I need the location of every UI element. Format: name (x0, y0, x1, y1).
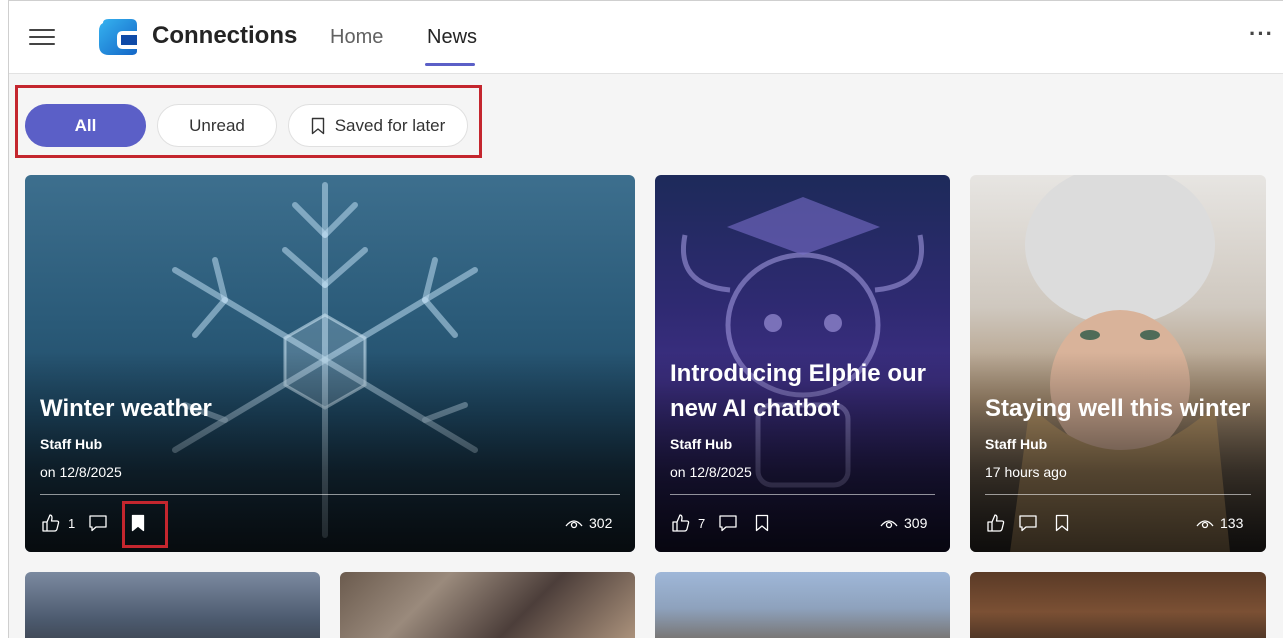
nav-tab-home[interactable]: Home (330, 26, 383, 49)
filter-unread-chip[interactable]: Unread (157, 104, 277, 147)
like-count: 1 (68, 515, 76, 531)
bookmark-highlight-box (122, 501, 168, 548)
nav-selected-indicator (425, 63, 475, 66)
news-card-thumbnail-1[interactable] (25, 572, 320, 638)
eye-icon (565, 520, 583, 529)
eye-icon (1196, 520, 1214, 529)
news-card-staying-well[interactable]: Staying well this winter Staff Hub 17 ho… (970, 175, 1266, 552)
top-bar: Connections Home News ··· (9, 1, 1283, 74)
view-count-value: 309 (904, 515, 928, 531)
eye-icon (880, 520, 898, 529)
view-count-value: 302 (589, 515, 613, 531)
bookmark-icon[interactable] (1051, 511, 1073, 535)
card-date: on 12/8/2025 (40, 464, 122, 480)
view-count: 309 (880, 515, 927, 531)
app-frame: Connections Home News ··· All Unread Sav… (8, 0, 1283, 638)
card-actions (985, 511, 1073, 535)
like-icon[interactable] (670, 511, 692, 535)
connections-logo (99, 19, 137, 55)
like-icon[interactable] (40, 511, 62, 535)
news-card-thumbnail-4[interactable] (970, 572, 1266, 638)
news-card-elphie-chatbot[interactable]: Introducing Elphie our new AI chatbot St… (655, 175, 950, 552)
card-source: Staff Hub (670, 436, 733, 452)
view-count: 302 (565, 515, 612, 531)
bookmark-icon (311, 117, 324, 134)
filter-all-chip[interactable]: All (25, 104, 146, 147)
news-card-winter-weather[interactable]: Winter weather Staff Hub on 12/8/2025 1 … (25, 175, 635, 552)
filter-saved-label: Saved for later (334, 115, 446, 135)
card-actions: 7 (670, 511, 773, 535)
card-title[interactable]: Staying well this winter (985, 391, 1250, 426)
news-card-thumbnail-2[interactable] (340, 572, 635, 638)
news-card-thumbnail-3[interactable] (655, 572, 950, 638)
card-title-line-2[interactable]: new AI chatbot (670, 391, 840, 426)
card-title[interactable]: Winter weather (40, 391, 212, 426)
like-icon[interactable] (985, 511, 1007, 535)
card-source: Staff Hub (40, 436, 103, 452)
nav-tab-news[interactable]: News (427, 26, 477, 49)
app-title: Connections (152, 22, 298, 49)
filter-saved-chip[interactable]: Saved for later (288, 104, 468, 147)
card-date: on 12/8/2025 (670, 464, 752, 480)
comment-icon[interactable] (1017, 511, 1039, 535)
filter-all-label: All (74, 115, 97, 135)
view-count: 133 (1196, 515, 1243, 531)
card-date: 17 hours ago (985, 464, 1067, 480)
filter-unread-label: Unread (189, 115, 245, 135)
like-count: 7 (698, 515, 706, 531)
bookmark-icon[interactable] (751, 511, 773, 535)
comment-icon[interactable] (87, 511, 109, 535)
comment-icon[interactable] (717, 511, 739, 535)
view-count-value: 133 (1220, 515, 1244, 531)
card-source: Staff Hub (985, 436, 1048, 452)
card-title-line-1[interactable]: Introducing Elphie our (670, 356, 926, 391)
hamburger-icon[interactable] (29, 27, 55, 47)
more-options-icon[interactable]: ··· (1249, 21, 1274, 47)
